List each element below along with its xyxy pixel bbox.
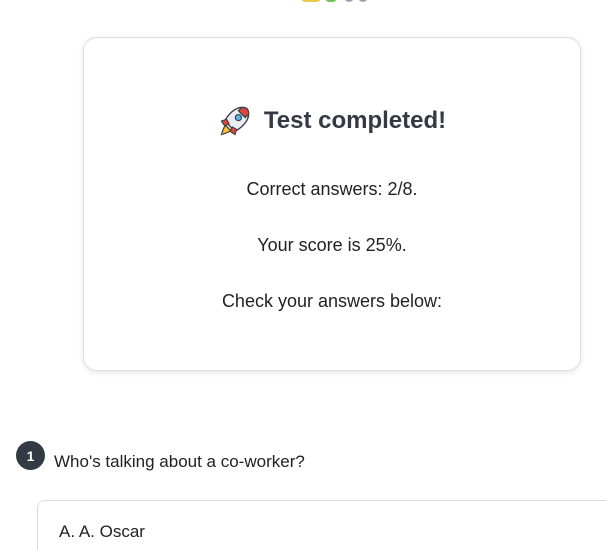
- result-card: Test completed! Correct answers: 2/8. Yo…: [83, 37, 581, 371]
- answer-option-label: A. A. Oscar: [59, 522, 145, 541]
- answer-option[interactable]: A. A. Oscar: [37, 500, 606, 550]
- result-title-text: Test completed!: [263, 107, 447, 134]
- question-header: 1 Who's talking about a co-worker?: [16, 441, 305, 471]
- correct-answers-text: Correct answers: 2/8.: [246, 179, 418, 199]
- question-text: Who's talking about a co-worker?: [54, 451, 305, 471]
- result-title: Test completed!: [84, 104, 580, 138]
- rocket-icon: [220, 106, 250, 136]
- question-number-badge: 1: [16, 441, 45, 470]
- check-answers-text: Check your answers below:: [221, 291, 443, 311]
- test-results-page: Test completed! Correct answers: 2/8. Yo…: [0, 0, 606, 550]
- top-decoration-fragment: [300, 0, 370, 4]
- score-text: Your score is 25%.: [257, 235, 407, 255]
